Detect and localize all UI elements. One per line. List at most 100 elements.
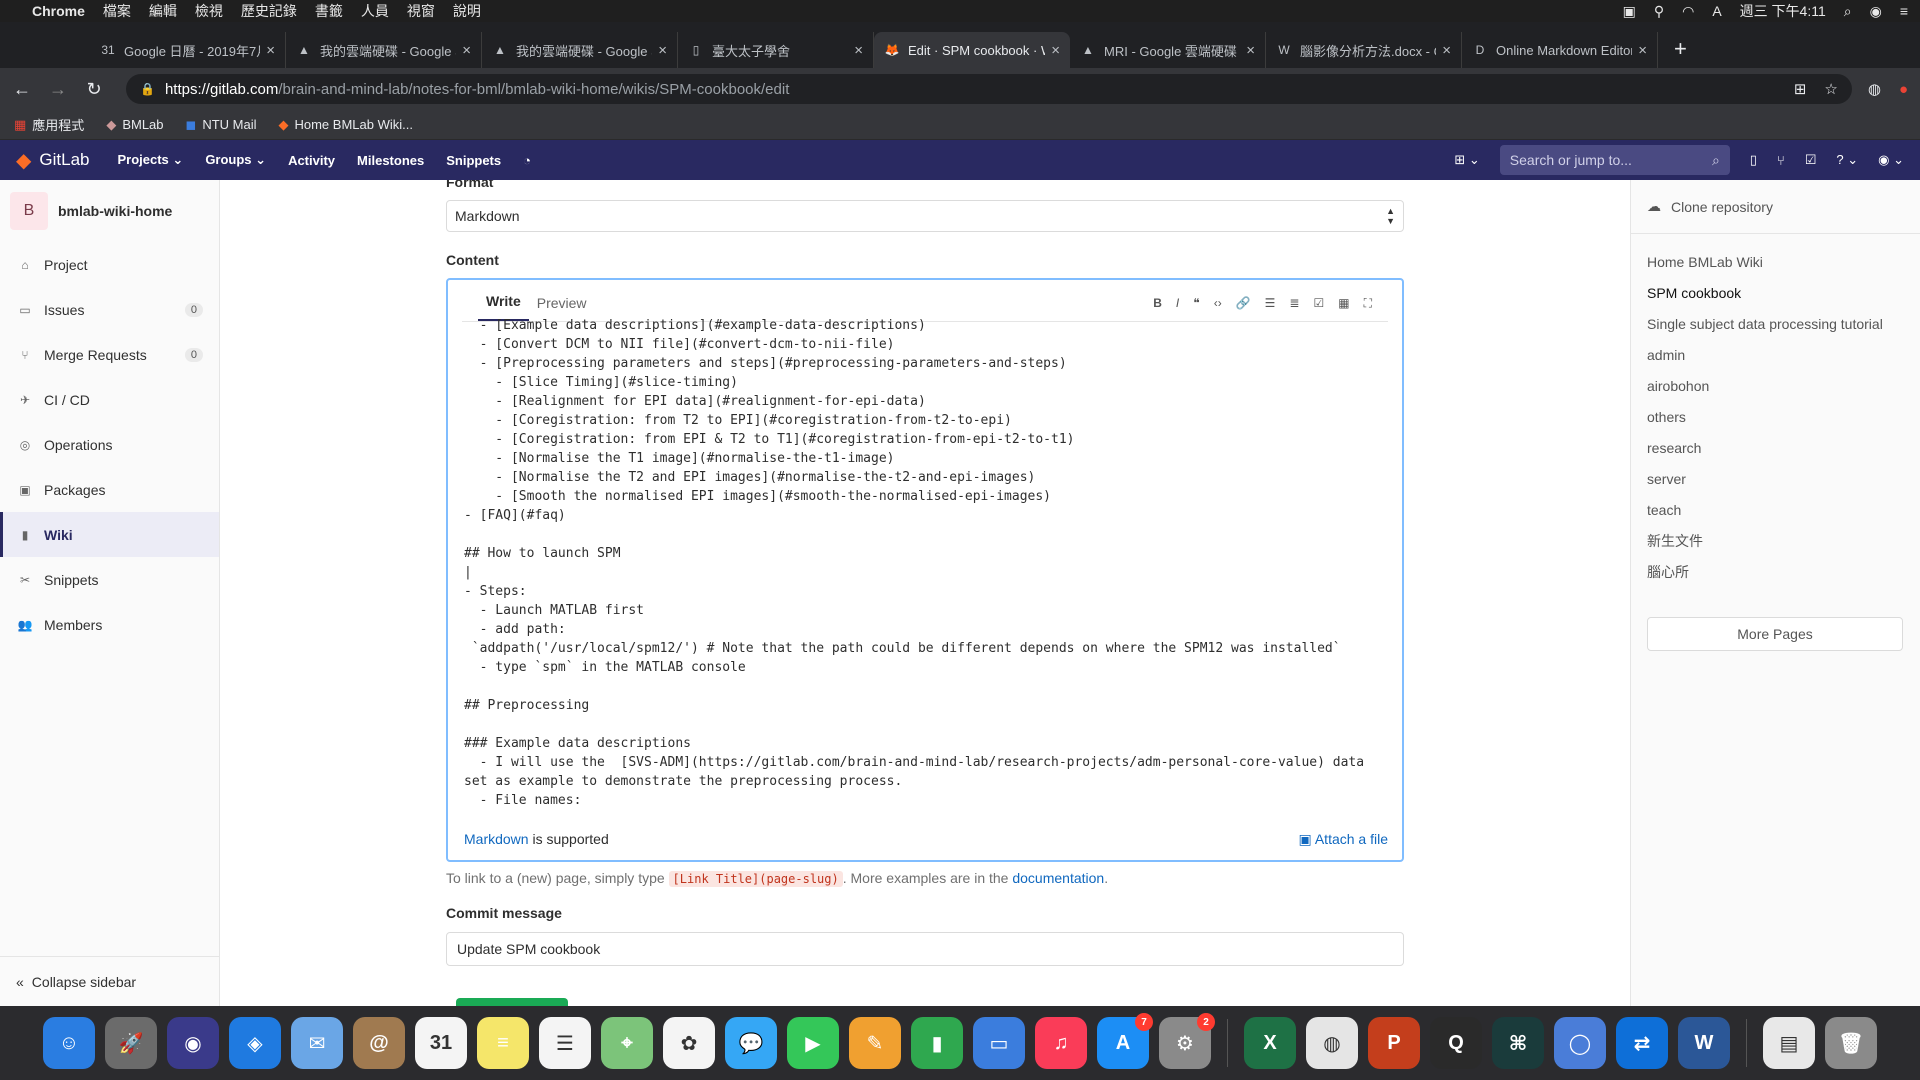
notes-icon[interactable]: ≡ <box>477 1017 529 1069</box>
word-icon[interactable]: W <box>1678 1017 1730 1069</box>
input-source-icon[interactable]: A <box>1712 3 1721 19</box>
issues-icon[interactable]: ▯ <box>1750 152 1757 168</box>
music-icon[interactable]: ♫ <box>1035 1017 1087 1069</box>
wifi-icon[interactable]: ◠ <box>1682 3 1694 20</box>
translate-icon[interactable]: ⊞ <box>1794 80 1807 98</box>
sidebar-item-operations[interactable]: ◎ Operations <box>0 422 219 467</box>
sidebar-item-ci-cd[interactable]: ✈ CI / CD <box>0 377 219 422</box>
quicktime-icon[interactable]: Q <box>1430 1017 1482 1069</box>
gitlab-logo[interactable]: ◆ GitLab <box>16 148 89 173</box>
sidebar-item-project[interactable]: ⌂ Project <box>0 242 219 287</box>
fullscreen-icon[interactable]: ⛶ <box>1364 296 1372 311</box>
nav-activity[interactable]: Activity <box>288 153 335 168</box>
menu-view[interactable]: 檢視 <box>195 1 223 21</box>
help-icon[interactable]: ? ⌄ <box>1836 152 1858 168</box>
menu-edit[interactable]: 編輯 <box>149 1 177 21</box>
extension-icon[interactable]: ● <box>1899 81 1908 98</box>
address-bar[interactable]: 🔒 https://gitlab.com /brain-and-mind-lab… <box>126 74 1852 104</box>
back-icon[interactable]: ← <box>12 79 32 100</box>
wiki-page-link[interactable]: research <box>1647 432 1904 463</box>
siri-icon[interactable]: ◉ <box>167 1017 219 1069</box>
wiki-page-link[interactable]: 新生文件 <box>1647 525 1904 556</box>
document-icon[interactable]: ▤ <box>1763 1017 1815 1069</box>
browser-tab[interactable]: ▲我的雲端硬碟 - Google 雲端× <box>286 32 482 68</box>
maps-icon[interactable]: ⌖ <box>601 1017 653 1069</box>
wiki-page-link[interactable]: SPM cookbook <box>1647 277 1904 308</box>
italic-icon[interactable]: I <box>1176 296 1179 311</box>
sidebar-item-packages[interactable]: ▣ Packages <box>0 467 219 512</box>
wiki-page-link[interactable]: airobohon <box>1647 370 1904 401</box>
search-input[interactable]: Search or jump to... ⌕ <box>1499 145 1730 175</box>
gitkraken-icon[interactable]: ⌘ <box>1492 1017 1544 1069</box>
menu-people[interactable]: 人員 <box>361 1 389 21</box>
browser-tab[interactable]: DOnline Markdown Editor - D× <box>1462 32 1658 68</box>
close-tab-icon[interactable]: × <box>266 42 275 59</box>
bookmark-star-icon[interactable]: ☆ <box>1824 80 1837 98</box>
spotlight-status-icon[interactable]: ⚲ <box>1654 3 1664 20</box>
finder-icon[interactable]: ☺ <box>43 1017 95 1069</box>
browser-tab[interactable]: ▲我的雲端硬碟 - Google 雲端× <box>482 32 678 68</box>
wiki-page-link[interactable]: others <box>1647 401 1904 432</box>
more-pages-button[interactable]: More Pages <box>1647 617 1903 651</box>
merge-requests-icon[interactable]: ⑂ <box>1777 153 1785 168</box>
save-changes-button[interactable] <box>456 998 568 1006</box>
wiki-page-link[interactable]: Single subject data processing tutorial <box>1647 308 1904 339</box>
sidebar-item-wiki[interactable]: ▮ Wiki <box>0 512 219 557</box>
sidebar-item-members[interactable]: 👥 Members <box>0 602 219 647</box>
menu-file[interactable]: 檔案 <box>103 1 131 21</box>
close-tab-icon[interactable]: × <box>1246 42 1255 59</box>
facetime-icon[interactable]: ▶ <box>787 1017 839 1069</box>
bookmark-home-bmlab-wiki[interactable]: ◆ Home BMLab Wiki... <box>278 117 412 133</box>
bookmark-ntu-mail[interactable]: ◼ NTU Mail <box>186 117 257 133</box>
attach-file-button[interactable]: ▣ Attach a file <box>1298 831 1388 848</box>
browser-tab[interactable]: 🦊Edit · SPM cookbook · Wik× <box>874 32 1070 68</box>
excel-icon[interactable]: X <box>1244 1017 1296 1069</box>
mail-icon[interactable]: ✉ <box>291 1017 343 1069</box>
bullet-list-icon[interactable]: ☰ <box>1265 296 1276 311</box>
profile-icon[interactable]: ◍ <box>1868 80 1881 98</box>
safari-icon[interactable]: ◈ <box>229 1017 281 1069</box>
browser-tab[interactable]: ▲ MRI - Google 雲端硬碟 × <box>1070 32 1266 68</box>
bold-icon[interactable]: B <box>1153 296 1162 311</box>
quote-icon[interactable]: ❝ <box>1193 296 1199 311</box>
format-select[interactable]: Markdown ▲ ▼ <box>446 200 1404 232</box>
bookmark-apps[interactable]: ▦ 應用程式 <box>14 115 84 134</box>
search-icon[interactable]: ⌕ <box>1844 3 1852 20</box>
close-tab-icon[interactable]: × <box>462 42 471 59</box>
calendar-icon[interactable]: 31 <box>415 1017 467 1069</box>
numbered-list-icon[interactable]: ≣ <box>1289 296 1299 311</box>
chromium-icon[interactable]: ◯ <box>1554 1017 1606 1069</box>
reminders-icon[interactable]: ☰ <box>539 1017 591 1069</box>
menu-bookmarks[interactable]: 書籤 <box>315 1 343 21</box>
control-icon[interactable]: ≡ <box>1900 3 1908 19</box>
collapse-sidebar-button[interactable]: « Collapse sidebar <box>0 956 220 1006</box>
code-icon[interactable]: ‹› <box>1214 296 1222 311</box>
link-icon[interactable]: 🔗 <box>1236 296 1251 311</box>
close-tab-icon[interactable]: × <box>1638 42 1647 59</box>
browser-tab[interactable]: W腦影像分析方法.docx - Goo× <box>1266 32 1462 68</box>
project-header[interactable]: B bmlab-wiki-home <box>0 180 219 242</box>
keynote-icon[interactable]: ▭ <box>973 1017 1025 1069</box>
new-item-icon[interactable]: ⊞ ⌄ <box>1454 152 1479 168</box>
teamviewer-icon[interactable]: ⇄ <box>1616 1017 1668 1069</box>
menu-history[interactable]: 歷史記錄 <box>241 1 297 21</box>
nav-milestones[interactable]: Milestones <box>357 153 424 168</box>
commit-message-input[interactable]: Update SPM cookbook <box>446 932 1404 966</box>
nav-groups[interactable]: Groups ⌄ <box>205 152 266 168</box>
bookmark-bmlab[interactable]: ◆ BMLab <box>106 117 163 133</box>
trash-icon[interactable]: 🗑 <box>1825 1017 1877 1069</box>
close-tab-icon[interactable]: × <box>1442 42 1451 59</box>
user-icon[interactable]: ◉ <box>1870 3 1882 20</box>
markdown-help-link[interactable]: Markdown <box>464 831 529 847</box>
wiki-page-link[interactable]: Home BMLab Wiki <box>1647 246 1904 277</box>
sidebar-item-snippets[interactable]: ✂ Snippets <box>0 557 219 602</box>
content-textarea[interactable]: - [Example data descriptions](#example-d… <box>464 316 1388 804</box>
close-tab-icon[interactable]: × <box>658 42 667 59</box>
clone-repository-link[interactable]: ☁ Clone repository <box>1631 180 1920 234</box>
menu-app-name[interactable]: Chrome <box>32 3 85 19</box>
chrome-icon[interactable]: ◍ <box>1306 1017 1358 1069</box>
wiki-page-link[interactable]: server <box>1647 463 1904 494</box>
photos-icon[interactable]: ✿ <box>663 1017 715 1069</box>
performance-icon[interactable]: ◔ <box>523 153 531 168</box>
pages-icon[interactable]: ✎ <box>849 1017 901 1069</box>
